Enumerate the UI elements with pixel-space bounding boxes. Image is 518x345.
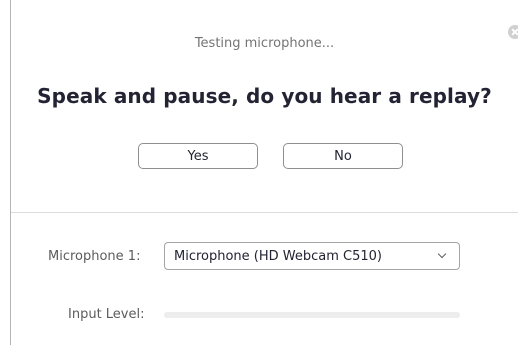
microphone-label: Microphone 1: [48, 249, 141, 264]
microphone-select-value: Microphone (HD Webcam C510) [174, 248, 383, 264]
question-heading: Speak and pause, do you hear a replay? [37, 84, 492, 108]
test-microphone-dialog: Testing microphone... Speak and pause, d… [0, 0, 518, 345]
dialog-edge [10, 0, 11, 345]
chevron-down-icon [437, 249, 447, 259]
microphone-select[interactable]: Microphone (HD Webcam C510) [164, 242, 460, 270]
input-level-label: Input Level: [68, 307, 145, 322]
divider [11, 212, 518, 213]
status-text: Testing microphone... [194, 36, 335, 51]
yes-button[interactable]: Yes [138, 143, 258, 169]
input-level-meter [164, 312, 460, 318]
no-button[interactable]: No [283, 143, 403, 169]
